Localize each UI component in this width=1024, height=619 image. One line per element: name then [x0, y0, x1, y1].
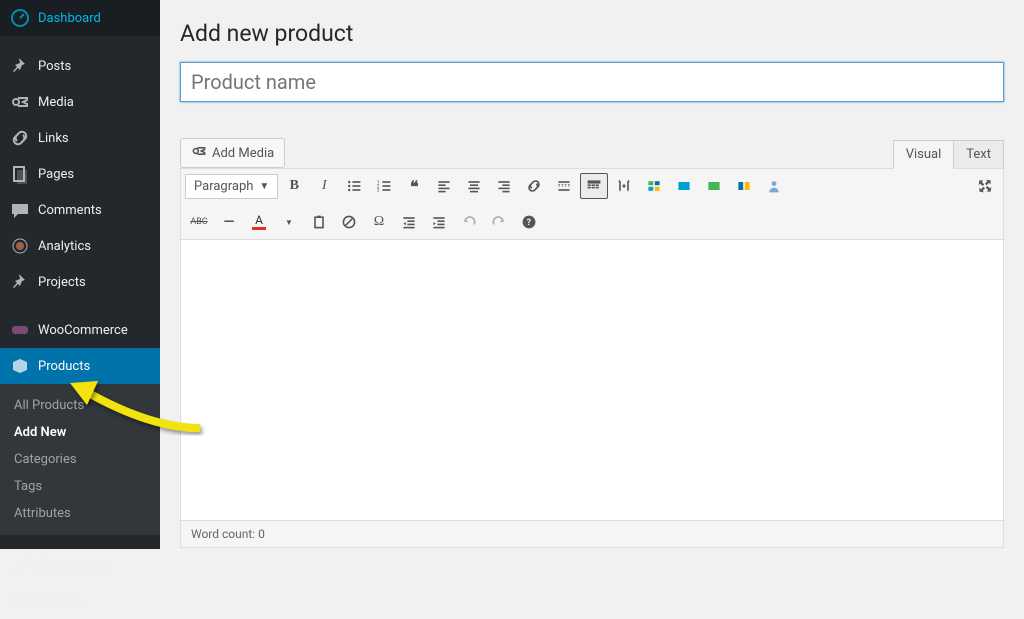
appearance-icon	[10, 555, 30, 575]
pin-icon	[10, 272, 30, 292]
svg-text:?: ?	[527, 218, 532, 228]
widget1-button[interactable]	[640, 173, 668, 199]
insert-more-button[interactable]	[550, 173, 578, 199]
sidebar-item-label: Dashboard	[38, 11, 101, 26]
sidebar-item-links[interactable]: Links	[0, 120, 160, 156]
plugin-icon	[10, 591, 30, 611]
bold-button[interactable]: B	[280, 173, 308, 199]
text-color-picker[interactable]: ▼	[275, 209, 303, 235]
sidebar-item-comments[interactable]: Comments	[0, 192, 160, 228]
sidebar-item-label: Plugins	[38, 594, 81, 609]
sidebar-item-label: Appearance	[38, 558, 107, 573]
redo-button[interactable]	[485, 209, 513, 235]
submenu-tags[interactable]: Tags	[0, 473, 160, 500]
undo-button[interactable]	[455, 209, 483, 235]
align-right-button[interactable]	[490, 173, 518, 199]
sidebar-item-analytics[interactable]: Analytics	[0, 228, 160, 264]
woo-icon	[10, 320, 30, 340]
sidebar-item-label: Projects	[38, 275, 86, 290]
sidebar-item-projects[interactable]: Projects	[0, 264, 160, 300]
fullscreen-button[interactable]	[971, 173, 999, 199]
sidebar-item-pages[interactable]: Pages	[0, 156, 160, 192]
content-body[interactable]	[181, 240, 1003, 520]
sidebar-item-label: Comments	[38, 203, 102, 218]
sidebar-item-posts[interactable]: Posts	[0, 48, 160, 84]
numbered-list-button[interactable]: 123	[370, 173, 398, 199]
comment-icon	[10, 200, 30, 220]
person-button[interactable]	[760, 173, 788, 199]
toolbar-toggle-button[interactable]	[580, 173, 608, 199]
align-left-button[interactable]	[430, 173, 458, 199]
chevron-down-icon: ▼	[259, 181, 269, 192]
submenu-add-new[interactable]: Add New	[0, 419, 160, 446]
sidebar-item-products[interactable]: Products	[0, 348, 160, 384]
pin-icon	[10, 56, 30, 76]
submenu-categories[interactable]: Categories	[0, 446, 160, 473]
format-select[interactable]: Paragraph ▼	[185, 174, 278, 199]
clipboard-button[interactable]	[305, 209, 333, 235]
outdent-button[interactable]	[395, 209, 423, 235]
admin-sidebar: Dashboard Posts Media Links Pages Commen…	[0, 0, 160, 549]
sidebar-item-woocommerce[interactable]: WooCommerce	[0, 312, 160, 348]
bullet-list-button[interactable]	[340, 173, 368, 199]
format-select-label: Paragraph	[194, 179, 253, 194]
svg-text:3: 3	[377, 188, 380, 194]
content-editor: Paragraph ▼ B I 123 ❝	[180, 168, 1004, 548]
special-char-button[interactable]: Ω	[365, 209, 393, 235]
dashboard-icon	[10, 8, 30, 28]
sidebar-item-label: Products	[38, 359, 90, 374]
editor-footer: Word count: 0	[181, 520, 1003, 547]
clear-format-button[interactable]	[335, 209, 363, 235]
insert-link-button[interactable]	[520, 173, 548, 199]
tab-text[interactable]: Text	[954, 140, 1004, 168]
page-title: Add new product	[180, 20, 1004, 47]
widget3-button[interactable]	[700, 173, 728, 199]
add-media-button[interactable]: Add Media	[180, 138, 285, 168]
widget2-button[interactable]	[670, 173, 698, 199]
sidebar-item-label: Posts	[38, 59, 71, 74]
sidebar-item-dashboard[interactable]: Dashboard	[0, 0, 160, 36]
sidebar-item-label: Links	[38, 131, 69, 146]
tab-visual[interactable]: Visual	[893, 140, 955, 169]
media-icon	[191, 143, 207, 163]
sidebar-item-label: Pages	[38, 167, 74, 182]
submenu-attributes[interactable]: Attributes	[0, 500, 160, 527]
horizontal-rule-button[interactable]: —	[215, 209, 243, 235]
products-submenu: All Products Add New Categories Tags Att…	[0, 384, 160, 535]
widget4-button[interactable]	[730, 173, 758, 199]
add-media-label: Add Media	[212, 146, 274, 161]
sidebar-item-label: Analytics	[38, 239, 91, 254]
link-icon	[10, 128, 30, 148]
word-count: Word count: 0	[191, 527, 265, 541]
editor-toolbar: Paragraph ▼ B I 123 ❝	[181, 169, 1003, 240]
blockquote-button[interactable]: ❝	[400, 173, 428, 199]
italic-button[interactable]: I	[310, 173, 338, 199]
text-color-button[interactable]: A	[245, 209, 273, 235]
media-icon	[10, 92, 30, 112]
strikethrough-button[interactable]: ABC	[185, 209, 213, 235]
pages-icon	[10, 164, 30, 184]
help-button[interactable]: ?	[515, 209, 543, 235]
product-name-input[interactable]	[180, 62, 1004, 102]
products-icon	[10, 356, 30, 376]
submenu-all-products[interactable]: All Products	[0, 392, 160, 419]
editor-tabs: Visual Text	[893, 140, 1004, 168]
sidebar-item-label: WooCommerce	[38, 323, 128, 338]
main-content: Add new product Add Media Visual Text Pa…	[160, 0, 1024, 549]
sidebar-item-appearance[interactable]: Appearance	[0, 547, 160, 583]
sidebar-item-label: Media	[38, 95, 74, 110]
columns-button[interactable]	[610, 173, 638, 199]
indent-button[interactable]	[425, 209, 453, 235]
align-center-button[interactable]	[460, 173, 488, 199]
sidebar-item-plugins[interactable]: Plugins	[0, 583, 160, 619]
sidebar-item-media[interactable]: Media	[0, 84, 160, 120]
analytics-icon	[10, 236, 30, 256]
